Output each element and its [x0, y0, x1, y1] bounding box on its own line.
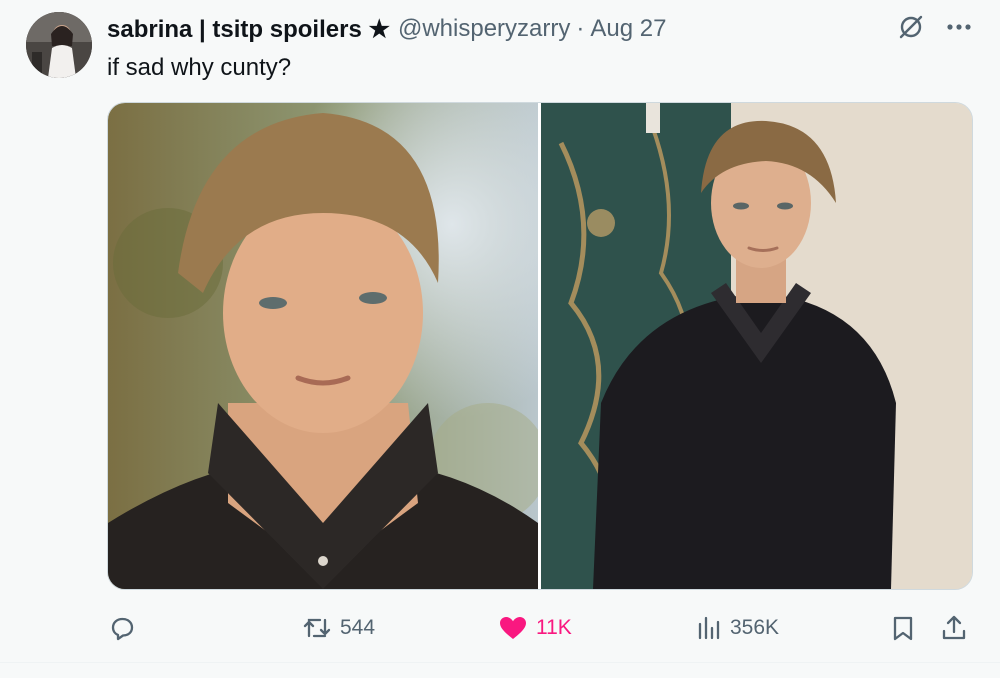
- separator-dot: ·: [576, 15, 585, 42]
- reply-icon: [111, 617, 134, 641]
- views-button[interactable]: 356K: [696, 608, 779, 648]
- retweet-icon: [303, 618, 331, 638]
- tweet-card: sabrina | tsitp spoilers ★ @whisperyzarr…: [0, 0, 1000, 678]
- views-chart-icon: [698, 616, 720, 640]
- reply-button[interactable]: [108, 608, 144, 648]
- avatar-image: [26, 12, 92, 78]
- author-name[interactable]: sabrina | tsitp spoilers ★: [107, 15, 390, 44]
- avatar[interactable]: [26, 12, 92, 78]
- media-grid: [107, 102, 973, 590]
- retweet-count: 544: [340, 616, 376, 639]
- tweet-header: sabrina | tsitp spoilers ★ @whisperyzarr…: [107, 12, 666, 46]
- heart-icon: [500, 617, 526, 639]
- views-count: 356K: [730, 616, 780, 639]
- share-icon: [942, 615, 966, 640]
- top-right-icons: [898, 14, 972, 40]
- share-button[interactable]: [940, 608, 968, 648]
- media-photo-left[interactable]: [108, 103, 538, 589]
- more-options-icon[interactable]: [946, 23, 972, 31]
- grok-icon[interactable]: [898, 14, 924, 40]
- bookmark-icon: [893, 616, 913, 641]
- divider: [0, 662, 1000, 663]
- action-bar: 544 11K 356K: [0, 608, 1000, 648]
- tweet-date[interactable]: Aug 27: [590, 15, 666, 43]
- tweet-text: if sad why cunty?: [107, 54, 292, 81]
- bookmark-button[interactable]: [890, 608, 916, 648]
- retweet-button[interactable]: 544: [302, 608, 375, 648]
- like-count: 11K: [536, 616, 572, 639]
- media-photo-right[interactable]: [541, 103, 972, 589]
- like-button[interactable]: 11K: [498, 608, 572, 648]
- author-handle[interactable]: @whisperyzarry: [398, 15, 570, 43]
